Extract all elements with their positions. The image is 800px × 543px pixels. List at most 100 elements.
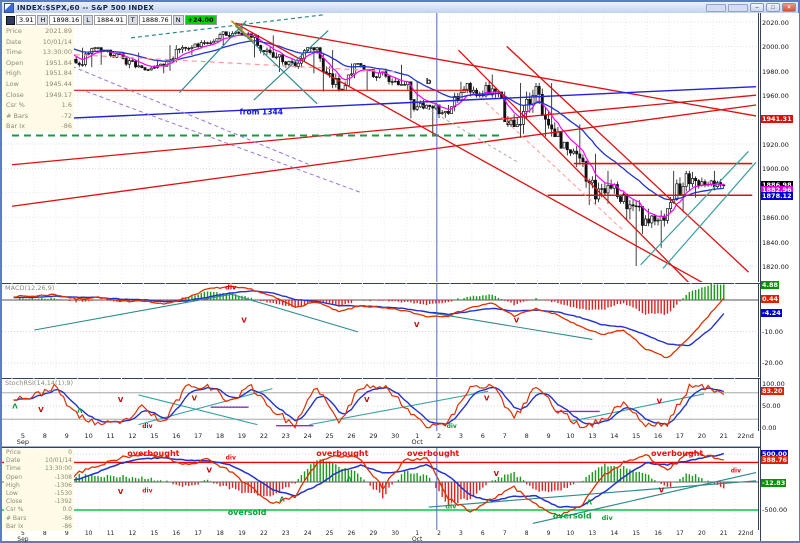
macd-label: MACD(12,26,9) (5, 284, 55, 292)
date-tick: 30 (391, 530, 400, 537)
date-tick: 21 (719, 432, 728, 440)
close-button[interactable]: × (782, 3, 796, 12)
quote-field-value: 1884.91 (93, 15, 127, 25)
date-tick: 30 (391, 432, 400, 440)
annotation-text: oversold (228, 508, 267, 517)
annotation-marker: V (484, 394, 490, 402)
date-tick: 23 (281, 530, 290, 537)
axis-tick-label: -20.00 (762, 359, 783, 367)
axis-tick-label: 0.00 (762, 424, 777, 432)
date-tick: 9 (546, 432, 551, 440)
axis-tick-label: 1860.00 (762, 214, 789, 223)
annotation-text: overbought (127, 449, 179, 458)
breadth-cursor-readout: Price 0 Date 10/01/14 Time 13:30:00 Open -1308 H… (4, 449, 74, 531)
stochrsi-chart[interactable]: Λ Λ V V V V V Vdiv div (2, 378, 760, 431)
axis-value-tag: 1878.12 (761, 192, 793, 201)
axis-tick-label: 1960.00 (762, 92, 789, 101)
breadth-panel[interactable]: overbought overbought overbought overbought… (2, 447, 760, 532)
readout-row: Close -1392 (6, 498, 72, 506)
readout-row: Bar Ix -86 (6, 522, 72, 530)
annotation-marker: V (514, 316, 520, 324)
date-tick: 1 Oct (411, 530, 423, 543)
date-tick: 22 (259, 432, 268, 440)
date-tick: 17 (675, 432, 685, 440)
stochrsi-panel[interactable]: StochRSI(14,14(1),9) Λ Λ V V V V V Vdiv div (2, 378, 760, 433)
date-tick: 16 (172, 530, 181, 537)
window-title: INDEX:$SPX,60 -- S&P 500 INDEX (17, 3, 154, 12)
date-tick: 19 (238, 530, 246, 537)
price-panel[interactable]: Vbfrom 1344 (2, 13, 760, 284)
readout-row: Price 2021.89 (6, 27, 72, 35)
annotation-text: div (142, 423, 152, 430)
date-tick: 25 (325, 432, 334, 440)
annotation-marker: V (192, 394, 198, 402)
price-axis-column: 2020.002000.001980.001960.001940.001920.… (760, 13, 799, 541)
annotation-marker: V (494, 470, 500, 478)
quote-icon (6, 15, 15, 25)
window-titlebar[interactable]: INDEX:$SPX,60 -- S&P 500 INDEX – □ × (2, 2, 798, 13)
readout-row: Open 1951.84 (6, 58, 72, 67)
titlebar-tool-button-2[interactable] (728, 3, 748, 12)
date-tick: 16 (653, 432, 663, 440)
annotation-marker: b (426, 77, 432, 86)
date-tick: 23 (281, 432, 290, 440)
date-tick: 15 (632, 530, 640, 537)
series-line (13, 290, 725, 347)
restore-button[interactable]: □ (766, 3, 780, 12)
readout-row: Low 1945.44 (6, 79, 72, 88)
readout-row: Time 13:30:00 (6, 48, 72, 57)
price-cursor-readout: Price 2021.89 Date 10/01/14 Time 13:30:00 Open… (4, 26, 74, 132)
annotation-text: div (226, 454, 236, 461)
minimize-button[interactable]: – (750, 3, 764, 12)
date-tick: 12 (128, 530, 137, 537)
price-chart[interactable]: Vbfrom 1344 (2, 13, 760, 282)
date-tick: 15 (150, 432, 159, 440)
date-tick: 7 (502, 432, 507, 440)
macd-chart[interactable]: div V V V (2, 283, 760, 377)
axis-tick-label: 1820.00 (762, 263, 789, 271)
date-tick: 17 (194, 530, 202, 537)
date-tick: 16 (654, 530, 662, 537)
quote-field-label: T (127, 15, 138, 25)
annotation-marker: Λ (77, 407, 83, 415)
date-tick: 14 (610, 530, 619, 537)
date-tick: 6 (480, 530, 485, 537)
axis-value-tag: -4.24 (761, 309, 782, 318)
date-tick: 5 Sep (17, 530, 29, 543)
breadth-chart[interactable]: overbought overbought overbought overbought… (2, 448, 760, 530)
date-tick: 22 (260, 530, 268, 537)
stochrsi-label: StochRSI(14,14(1),9) (5, 379, 73, 387)
chart-client-area: 3.91 H 1898.16 L 1884.91 T 1888.76 N +24.00 Pric… (2, 13, 799, 543)
date-tick: 24 (303, 530, 312, 537)
macd-panel[interactable]: MACD(12,26,9) div V V V (2, 283, 760, 379)
axis-tick-label: 50.00 (762, 402, 781, 410)
axis-value-tag: 0.44 (761, 294, 780, 303)
annotation-marker: V (659, 486, 665, 494)
date-axis-lower: 5 Sep 8 9 10 11 12 15 16 17 18 19 22 23 24 25 26 29 30 1 O… (2, 530, 760, 543)
date-tick: 10 (566, 432, 575, 440)
date-tick: 1 Oct (411, 432, 423, 446)
window-controls: – □ × (706, 3, 796, 12)
date-tick: 15 (632, 432, 641, 440)
series-line (13, 451, 724, 517)
date-tick: 21 (719, 530, 728, 537)
series-line (13, 285, 725, 359)
date-tick: 9 (546, 530, 551, 537)
titlebar-tool-button-1[interactable] (706, 3, 726, 12)
annotation-marker: V (118, 488, 124, 496)
annotation-marker: V (657, 397, 663, 405)
annotation-marker: V (118, 396, 124, 404)
date-tick: 3 (459, 530, 463, 537)
date-tick: 10 (566, 530, 575, 537)
date-tick: 26 (347, 530, 356, 537)
annotation-text: oversold (553, 512, 592, 521)
date-tick: 14 (610, 432, 619, 440)
date-tick: 22nd (738, 530, 754, 537)
annotation-text: overbought (407, 449, 459, 458)
annotation-marker: Λ (279, 495, 285, 503)
readout-row: High -1306 (6, 481, 72, 489)
annotation-marker: V (206, 467, 212, 475)
readout-row: Csr % 1.6 (6, 101, 72, 110)
readout-row: # Bars -72 (6, 111, 72, 120)
date-tick: 19 (237, 432, 247, 440)
